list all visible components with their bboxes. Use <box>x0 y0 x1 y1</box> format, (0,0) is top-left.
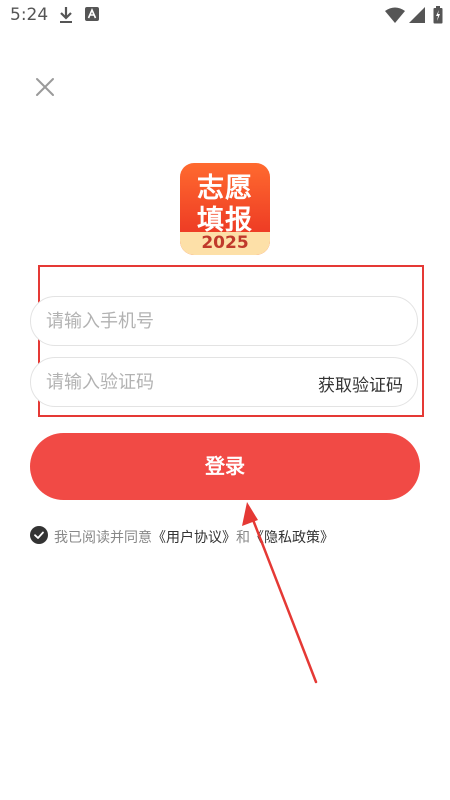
logo-book-banner: 2025 <box>180 232 270 255</box>
login-button[interactable]: 登录 <box>30 433 420 500</box>
agreement-text: 我已阅读并同意《用户协议》和《隐私政策》 <box>54 527 334 547</box>
app-notification-icon <box>85 7 99 21</box>
privacy-policy-link[interactable]: 《隐私政策》 <box>250 530 334 546</box>
verification-code-input[interactable] <box>46 358 306 406</box>
code-field[interactable]: 获取验证码 <box>30 357 418 407</box>
agreement-row: 我已阅读并同意《用户协议》和《隐私政策》 <box>30 526 420 546</box>
logo-year: 2025 <box>201 233 249 253</box>
close-icon <box>36 78 54 96</box>
agreement-prefix: 我已阅读并同意 <box>54 530 152 546</box>
signal-icon <box>409 7 425 23</box>
app-logo: 志愿 填报 2025 <box>180 163 270 255</box>
phone-input[interactable] <box>46 297 306 345</box>
checkbox-checked-icon[interactable] <box>30 526 48 544</box>
agreement-conjunction: 和 <box>236 530 250 546</box>
user-agreement-link[interactable]: 《用户协议》 <box>152 530 236 546</box>
battery-icon <box>433 6 443 24</box>
close-button[interactable] <box>34 76 56 98</box>
status-bar: 5:24 <box>0 0 450 32</box>
wifi-icon <box>385 7 405 23</box>
download-icon <box>60 7 72 23</box>
get-code-button[interactable]: 获取验证码 <box>318 371 403 396</box>
phone-field[interactable] <box>30 296 418 346</box>
status-time: 5:24 <box>10 5 49 25</box>
